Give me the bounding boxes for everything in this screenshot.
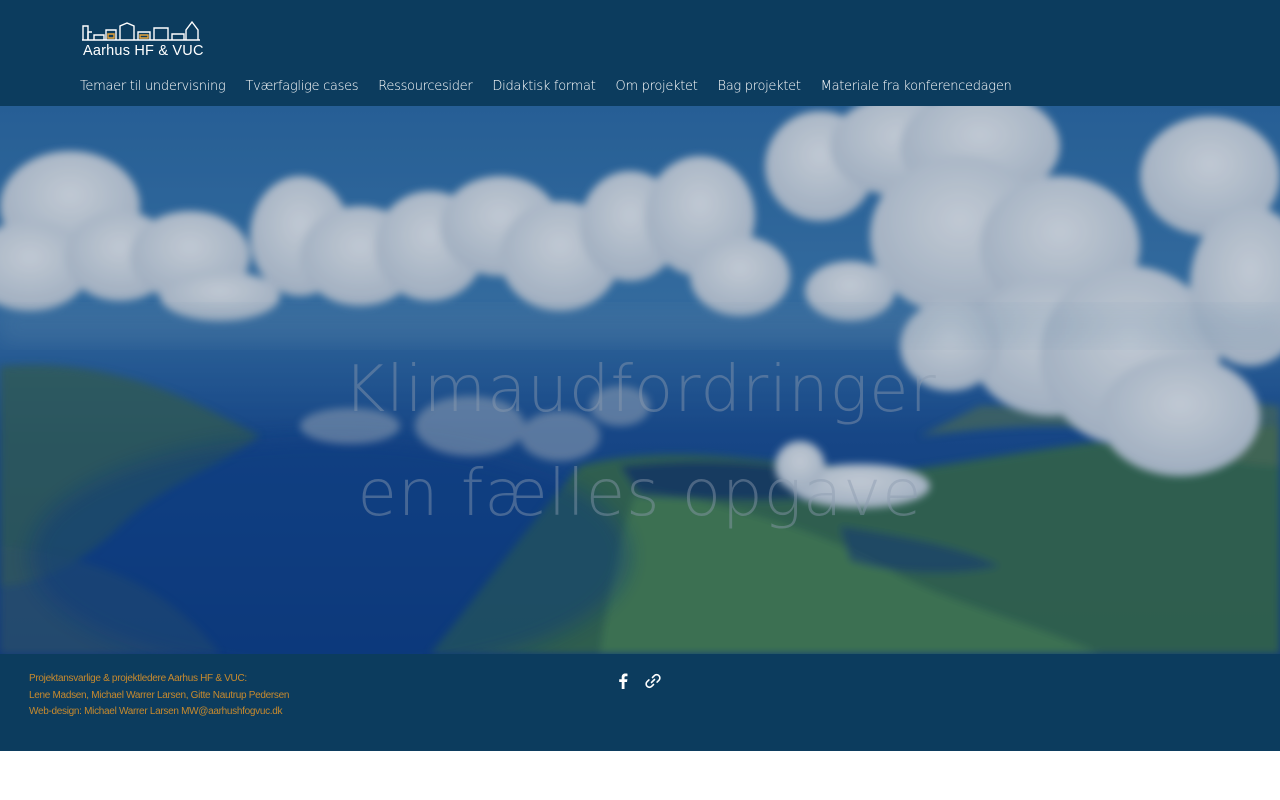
nav-item-bag-projektet[interactable]: Bag projektet — [708, 76, 811, 98]
site-header: Aarhus HF & VUC Temaer til undervisning … — [0, 0, 1280, 106]
logo[interactable]: Aarhus HF & VUC — [80, 20, 204, 62]
nav-item-ressourcesider[interactable]: Ressourcesider — [368, 76, 482, 98]
hero-title-line1: Klimaudfordringer — [343, 353, 937, 427]
nav-item-temaer[interactable]: Temaer til undervisning — [70, 76, 235, 98]
social-links — [614, 672, 662, 690]
footer-line-names: Lene Madsen, Michael Warrer Larsen, Gitt… — [29, 689, 290, 701]
hero-title: Klimaudfordringer en fælles opgave — [0, 338, 1280, 546]
link-icon[interactable] — [644, 672, 662, 690]
site-footer: Projektansvarlige & projektledere Aarhus… — [0, 654, 1280, 751]
nav-item-om-projektet[interactable]: Om projektet — [606, 76, 708, 98]
facebook-icon[interactable] — [614, 672, 632, 690]
nav-item-materiale[interactable]: Materiale fra konferencedagen — [811, 76, 1022, 98]
hero-banner: Klimaudfordringer en fælles opgave — [0, 106, 1280, 654]
logo-skyline-icon — [82, 20, 200, 41]
main-nav: Temaer til undervisning Tværfaglige case… — [70, 76, 1021, 98]
footer-credits: Projektansvarlige & projektledere Aarhus… — [29, 671, 289, 721]
nav-item-didaktisk-format[interactable]: Didaktisk format — [482, 76, 605, 98]
footer-line-webdesign: Web-design: Michael Warrer Larsen MW@aar… — [29, 706, 283, 717]
nav-item-cases[interactable]: Tværfaglige cases — [235, 76, 368, 98]
logo-text: Aarhus HF & VUC — [83, 43, 204, 59]
hero-title-line2: en fælles opgave — [357, 457, 923, 531]
footer-line-project-leads-heading: Projektansvarlige & projektledere Aarhus… — [29, 673, 247, 684]
